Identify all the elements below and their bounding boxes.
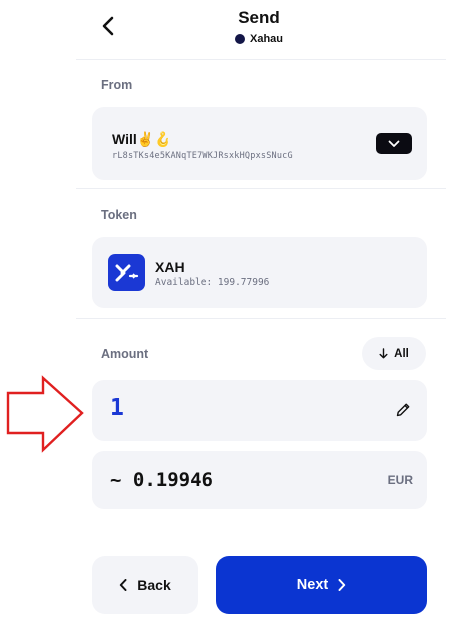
send-all-label: All [394, 347, 409, 360]
page-title: Send [238, 8, 280, 27]
network-indicator: Xahau [0, 33, 451, 45]
divider [76, 188, 446, 189]
back-button[interactable]: Back [92, 556, 198, 614]
next-button[interactable]: Next [216, 556, 427, 614]
chevron-down-icon [388, 140, 400, 147]
account-dropdown-button[interactable] [376, 133, 412, 154]
fiat-currency: EUR [387, 473, 413, 487]
amount-label: Amount [101, 347, 149, 361]
header: Send Xahau [0, 0, 451, 60]
pencil-icon[interactable] [394, 401, 412, 419]
token-available-balance: Available: 199.77996 [155, 277, 270, 288]
divider [76, 318, 446, 319]
chevron-right-icon [338, 579, 346, 591]
amount-value[interactable]: 1 [110, 395, 124, 421]
from-label: From [101, 78, 133, 92]
token-symbol: XAH [155, 259, 185, 275]
account-selector[interactable]: Will✌️🪝 rL8sTKs4e5KANqTE7WKJRsxkHQpxsSNu… [92, 107, 427, 180]
network-name: Xahau [249, 33, 283, 45]
account-address: rL8sTKs4e5KANqTE7WKJRsxkHQpxsSNucG [112, 151, 293, 161]
annotation-arrow-icon [6, 375, 84, 453]
fiat-amount-display: ~ 0.19946 EUR [92, 451, 427, 509]
next-button-label: Next [296, 577, 329, 593]
back-button-label: Back [137, 577, 171, 593]
fiat-value: ~ 0.19946 [110, 469, 213, 491]
send-all-button[interactable]: All [362, 337, 426, 370]
divider [76, 59, 446, 60]
token-label: Token [101, 208, 137, 222]
xahau-logo-icon [108, 254, 145, 291]
arrow-down-icon [379, 348, 388, 359]
chevron-left-icon [120, 579, 127, 591]
account-name: Will✌️🪝 [112, 131, 172, 147]
network-dot-icon [234, 34, 245, 44]
amount-input[interactable]: 1 [92, 380, 427, 441]
token-selector[interactable]: XAH Available: 199.77996 [92, 237, 427, 308]
